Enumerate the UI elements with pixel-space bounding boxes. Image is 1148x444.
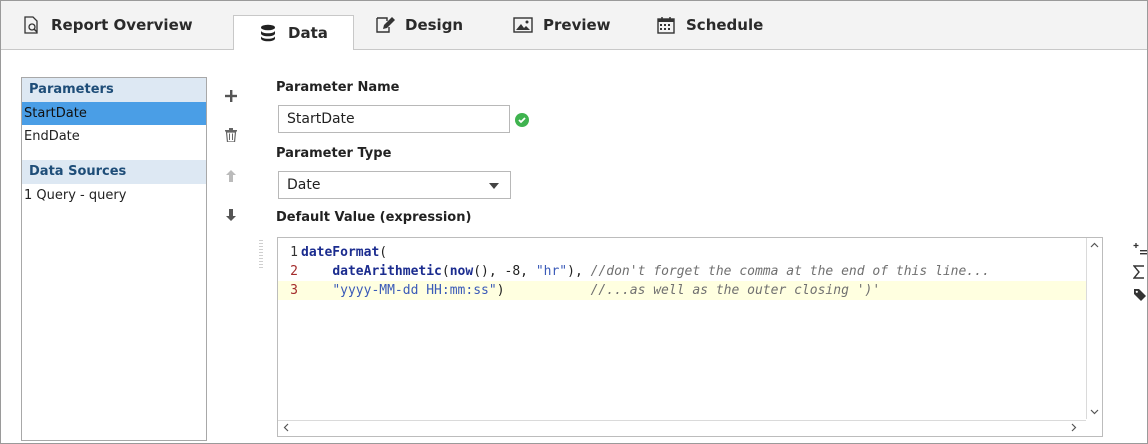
tab-schedule[interactable]: Schedule [656,1,763,49]
database-icon [258,23,278,43]
parameters-header: Parameters [22,78,206,102]
expression-editor[interactable]: 1 dateFormat( 2 dateArithmetic(now(), -8,… [277,237,1103,437]
code-token: ), [567,264,591,279]
scroll-right-icon[interactable] [1069,423,1078,435]
line-number: 3 [290,283,298,298]
tab-design[interactable]: Design [375,1,463,49]
tab-label: Data [288,24,328,42]
code-line-3: 3 "yyyy-MM-dd HH:mm:ss") //...as well as… [278,281,1088,300]
valid-check-icon [515,113,529,127]
parameter-item-enddate[interactable]: EndDate [22,125,206,148]
code-token: "yyyy-MM-dd HH:mm:ss" [332,283,497,298]
splitter-grip[interactable] [259,240,263,270]
tab-label: Report Overview [51,16,193,34]
data-source-item-query[interactable]: 1 Query - query [22,184,206,207]
scroll-left-icon[interactable] [282,423,291,435]
insert-property-icon[interactable] [1133,240,1148,258]
default-value-label: Default Value (expression) [276,210,472,225]
tab-label: Preview [543,16,611,34]
tab-label: Design [405,16,464,34]
parameter-type-select[interactable]: Date [278,171,511,199]
code-token: (), -8, [473,264,536,279]
code-token: //don't forget the comma at the end of t… [590,264,990,279]
code-token: ) [496,283,591,298]
scroll-down-icon[interactable] [1090,407,1099,416]
vertical-scrollbar[interactable] [1086,238,1102,419]
code-token: "hr" [535,264,568,279]
trash-icon[interactable] [223,126,239,144]
tab-bar: Report Overview Data Design Preview Sche… [1,1,1147,50]
sigma-function-icon[interactable] [1133,263,1148,281]
code-token: now [449,264,474,279]
parameter-item-startdate[interactable]: StartDate [22,102,206,125]
code-token: dateArithmetic [332,264,442,279]
preview-icon [513,15,533,35]
parameter-type-value: Date [287,177,321,193]
report-overview-icon [21,15,41,35]
line-number: 2 [290,264,298,279]
scroll-up-icon[interactable] [1090,241,1099,250]
arrow-up-icon[interactable] [223,167,239,185]
add-icon[interactable] [223,87,239,105]
data-tab-content: Parameters StartDate EndDate Data Source… [1,50,1147,442]
code-token: dateFormat [301,245,380,260]
code-token: ( [379,245,388,260]
chevron-down-icon [489,183,499,189]
parameter-name-label: Parameter Name [276,80,400,95]
arrow-down-icon[interactable] [223,206,239,224]
tab-report-overview[interactable]: Report Overview [21,1,193,49]
data-sources-header: Data Sources [22,160,206,184]
code-line-1: 1 dateFormat( [278,243,1088,262]
tag-icon[interactable] [1133,286,1148,304]
parameter-name-input[interactable]: StartDate [278,105,510,133]
code-token: ( [441,264,450,279]
calendar-icon [656,15,676,35]
line-number: 1 [290,245,298,260]
tab-label: Schedule [686,16,764,34]
tab-data[interactable]: Data [233,15,354,50]
code-token: //...as well as the outer closing ')' [590,283,881,298]
parameters-and-sources-list: Parameters StartDate EndDate Data Source… [21,77,207,441]
tab-preview[interactable]: Preview [513,1,611,49]
horizontal-scrollbar[interactable] [278,420,1086,436]
code-line-2: 2 dateArithmetic(now(), -8, "hr"), //don… [278,262,1088,281]
design-icon [375,15,395,35]
parameter-type-label: Parameter Type [276,146,392,161]
